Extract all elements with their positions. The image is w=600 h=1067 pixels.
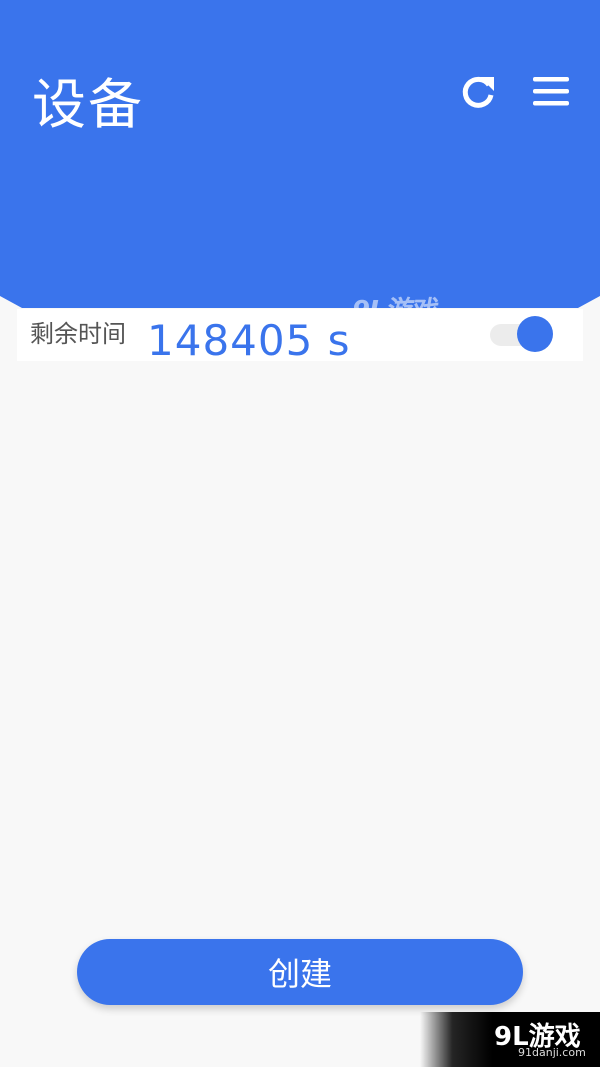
watermark-site-text: 91danji.com [398,313,454,323]
watermark-bottom-site-text: 91danji.com [518,1046,586,1059]
toggle-switch-knob[interactable] [517,316,553,352]
menu-icon [533,77,569,106]
watermark-logo-top: 9L游戏 91danji.com [352,290,454,326]
remaining-time-value: 148405 s [147,316,351,365]
page-title: 设备 [32,73,144,136]
watermark-logo-bottom: 9L游戏 91danji.com [420,1012,600,1067]
create-button[interactable]: 创建 [77,939,523,1005]
header-background [0,0,600,308]
remaining-time-card: 剩余时间 148405 s [17,309,583,365]
refresh-icon [462,76,494,108]
remaining-time-label: 剩余时间 [30,320,126,348]
refresh-button[interactable] [454,67,502,115]
menu-button[interactable] [525,67,573,115]
